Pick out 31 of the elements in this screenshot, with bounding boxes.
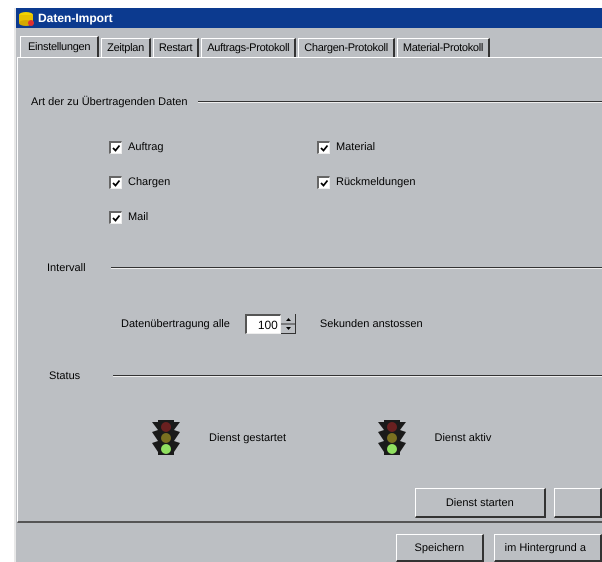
group-label: Art der zu Übertragenden Daten: [31, 96, 188, 108]
spinner-arrows-icon[interactable]: [280, 314, 296, 334]
checkbox-label[interactable]: Rückmeldungen: [336, 176, 416, 188]
tab[interactable]: Zeitplan: [101, 38, 151, 57]
database-icon: [18, 10, 35, 26]
tab[interactable]: Einstellungen: [20, 36, 100, 57]
start-button[interactable]: Dienst starten: [415, 488, 546, 518]
status-label: Dienst aktiv: [434, 432, 492, 444]
number-field[interactable]: 100: [244, 314, 281, 334]
field-label: Datenübertragung alle: [121, 318, 230, 330]
tab[interactable]: Auftrags-Protokoll: [201, 38, 296, 57]
unit-label: Sekunden anstossen: [320, 318, 423, 330]
footer-button[interactable]: Speichern: [396, 534, 484, 562]
checkbox[interactable]: [317, 176, 330, 188]
checkbox-label[interactable]: Material: [336, 141, 376, 153]
tab[interactable]: Material-Protokoll: [396, 38, 490, 57]
button[interactable]: [554, 488, 602, 518]
footer-button[interactable]: im Hintergrund a: [494, 534, 602, 562]
tab[interactable]: Chargen-Protokoll: [298, 38, 395, 57]
checkbox-label[interactable]: Auftrag: [128, 141, 164, 153]
group-label: Status: [49, 370, 82, 382]
window-title: Daten-Import: [38, 11, 113, 25]
checkbox-label[interactable]: Mail: [128, 211, 148, 223]
tab[interactable]: Restart: [152, 38, 200, 57]
checkbox-label[interactable]: Chargen: [128, 176, 170, 188]
group-label: Intervall: [47, 262, 87, 274]
checkbox[interactable]: [109, 140, 122, 154]
checkbox[interactable]: [109, 176, 122, 188]
status-label: Dienst gestartet: [209, 432, 286, 444]
checkbox[interactable]: [109, 210, 122, 224]
checkbox[interactable]: [317, 140, 330, 154]
